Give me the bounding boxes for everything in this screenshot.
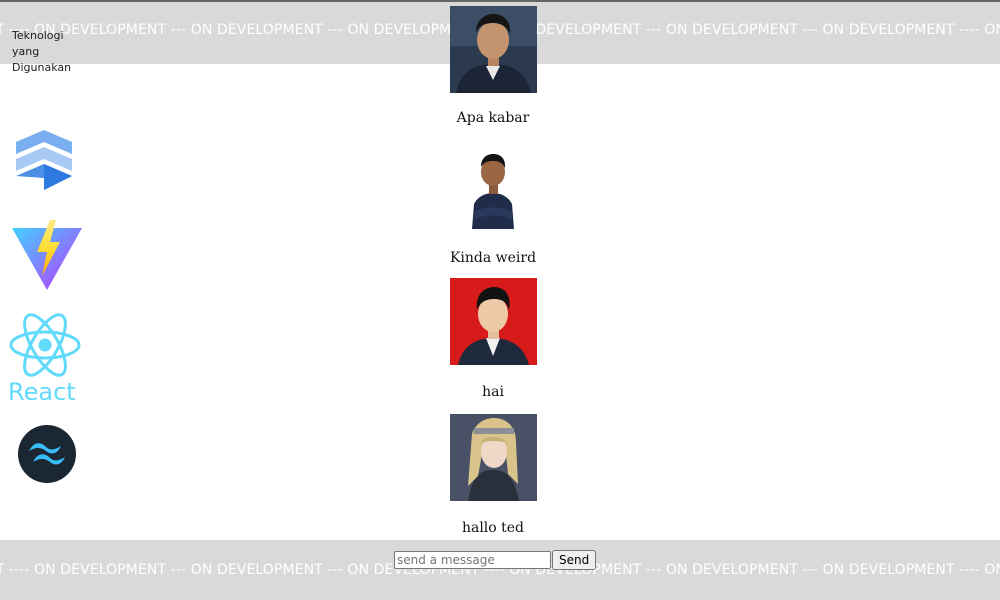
message-input[interactable]: [394, 551, 551, 569]
development-banner-bottom: MENT ---- ON DEVELOPMENT --- ON DEVELOPM…: [0, 540, 1000, 600]
message-text: Kinda weird: [449, 250, 537, 266]
message-text: hai: [482, 384, 504, 400]
message-composer: Send: [394, 550, 597, 570]
avatar-anime-character: [450, 414, 537, 501]
sidebar-title: Teknologi yang Digunakan: [12, 29, 72, 74]
avatar-man-dark-suit: [450, 6, 537, 93]
banner-text: MENT ---- ON DEVELOPMENT --- ON DEVELOPM…: [0, 562, 1000, 578]
avatar-man-arms-crossed: [450, 142, 537, 229]
send-button[interactable]: Send: [552, 550, 597, 570]
message-text: hallo ted: [461, 520, 525, 536]
react-logo-label: React: [8, 378, 76, 406]
vite-logo-icon: [12, 220, 82, 290]
avatar-man-red-background: [450, 278, 537, 365]
top-border: [0, 0, 1000, 2]
react-logo-icon: [9, 313, 81, 377]
tailwind-logo-icon: [18, 425, 76, 483]
message-text: Apa kabar: [456, 110, 530, 126]
flutter-logo-icon: [16, 130, 72, 190]
